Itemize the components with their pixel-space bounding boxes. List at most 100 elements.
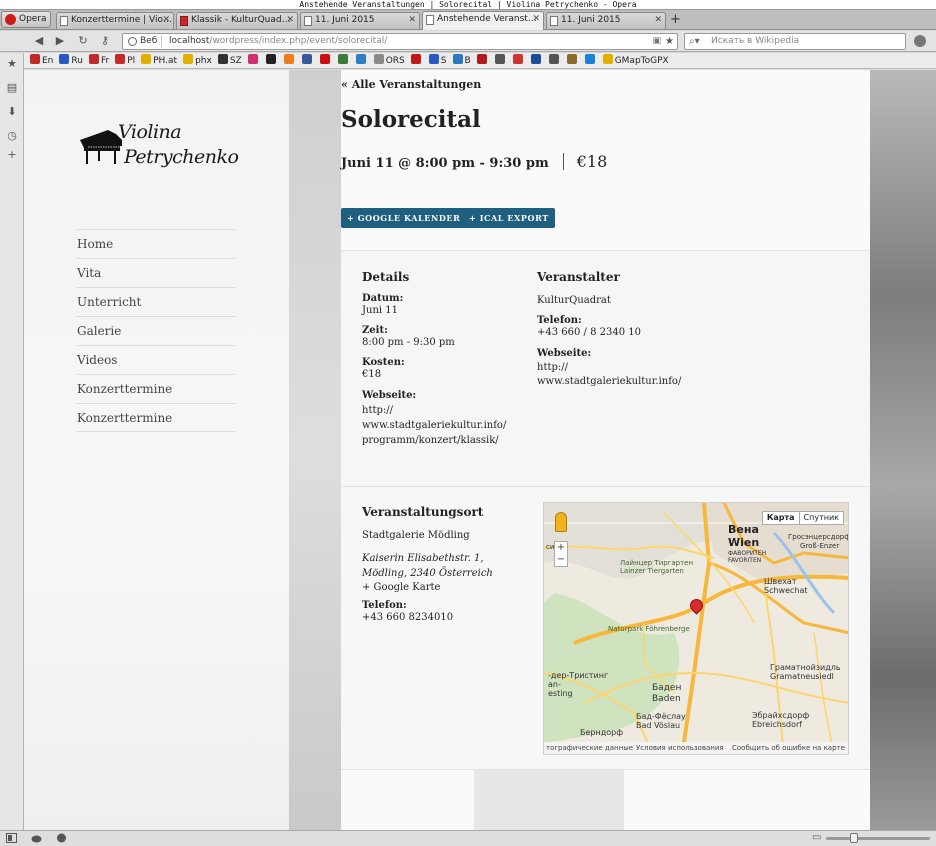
bookmark-item[interactable] [584,53,597,68]
bookmark-item[interactable] [265,53,278,68]
site-logo[interactable]: Violina Petrychenko [78,120,239,175]
history-clock-icon[interactable]: ◷ [6,130,18,142]
website-link-line-2[interactable]: www.stadtgaleriekultur.info/ [362,418,506,433]
bookmark-item[interactable] [476,53,489,68]
bookmark-star-icon[interactable]: ★ [665,34,674,49]
map-type-map-button[interactable]: Карта [763,512,800,524]
bookmark-item[interactable]: B [452,53,471,68]
menu-item-konzerttermine[interactable]: Konzerttermine [77,374,235,403]
google-map-link[interactable]: + Google Karte [362,582,440,594]
bookmarks-star-icon[interactable]: ★ [6,58,18,70]
organizer-website-line-2[interactable]: www.stadtgaleriekultur.info/ [537,375,681,389]
new-tab-plus-icon[interactable]: + [670,11,681,28]
map-label-favoriten-ru: ФАВОРИТЕН [728,550,767,557]
tab-close-icon[interactable]: ✕ [408,13,416,28]
notes-icon[interactable]: ▤ [6,82,18,94]
bookmark-item[interactable] [530,53,543,68]
bookmark-item[interactable] [319,53,332,68]
bookmark-item[interactable]: Fr [88,53,109,68]
bookmark-item[interactable] [410,53,423,68]
speed-dial-icon[interactable] [56,833,67,843]
google-calendar-button[interactable]: + GOOGLE KALENDER [341,208,467,228]
organizer-website-line-1[interactable]: http:// [537,361,681,375]
cost-value: €18 [362,369,382,380]
bookmark-favicon-icon [428,54,439,64]
menu-item-home[interactable]: Home [77,229,235,258]
bookmark-favicon-icon [217,54,228,64]
search-input[interactable]: ⌕▾ Искать в Wikipedia [684,33,906,50]
bookmark-item[interactable] [283,53,296,68]
bookmark-favicon-icon [355,54,366,64]
key-icon[interactable]: ⚷ [98,34,112,48]
bookmark-item[interactable]: En [30,53,53,68]
bookmark-item[interactable] [512,53,525,68]
view-icon[interactable]: ▭ [812,833,823,843]
map-zoom-control[interactable]: + − [554,541,568,567]
map-report-link[interactable]: Сообщить об ошибке на карте [732,742,845,754]
map-zoom-in-button[interactable]: + [555,542,567,554]
organizer-name: KulturQuadrat [537,295,611,306]
bookmark-label: ORS [385,56,405,66]
menu-item-galerie[interactable]: Galerie [77,316,235,345]
all-events-link[interactable]: « Alle Veranstaltungen [341,78,481,91]
menu-item-vita[interactable]: Vita [77,258,235,287]
tab-close-icon[interactable]: ✕ [286,13,294,28]
bookmark-label: B [464,56,471,66]
browser-tab-4-active[interactable]: Anstehende Veranst… ✕ [422,11,544,30]
bookmark-item[interactable]: ORS [373,53,405,68]
bookmark-item[interactable] [566,53,579,68]
google-map[interactable]: Вена Wien ФАВОРИТЕН FAVORITEN Гросэнцерс… [543,502,849,755]
website-link-line-1[interactable]: http:// [362,403,506,418]
map-zoom-out-button[interactable]: − [555,554,567,566]
street-view-pegman-icon[interactable] [555,512,567,532]
bookmark-item[interactable]: phx [183,53,212,68]
bookmark-item[interactable] [301,53,314,68]
add-panel-plus-icon[interactable]: + [6,149,18,161]
zoom-slider-handle[interactable] [850,833,858,843]
venue-name: Stadtgalerie Mödling [362,530,470,541]
back-arrow-icon[interactable]: ◀ [32,34,46,48]
zoom-slider[interactable] [826,837,930,840]
tab-close-icon[interactable]: ✕ [654,13,662,28]
reload-icon[interactable]: ↻ [76,34,90,48]
map-terms-link[interactable]: Условия использования [636,742,724,754]
browser-tab-1[interactable]: Konzerttermine | Vio… ✕ [56,12,174,29]
address-field[interactable]: Веб localhost/wordpress/index.php/event/… [122,33,678,50]
menu-item-videos[interactable]: Videos [77,345,235,374]
website-link-line-3[interactable]: programm/konzert/klassik/ [362,433,506,448]
browser-tab-5[interactable]: 11. Juni 2015 ✕ [546,12,666,29]
bookmark-item[interactable]: Ru [59,53,83,68]
bookmark-item[interactable] [247,53,260,68]
map-label-ebreichsdorf-ru: Эбрайхсдорф [752,711,810,720]
opera-turbo-icon[interactable] [914,35,926,47]
cloud-icon[interactable] [31,833,42,843]
organizer-website: Webseite: http:// www.stadtgaleriekultur… [537,347,681,389]
bookmark-item[interactable]: PH.at [141,53,177,68]
address-badge[interactable]: Веб [126,35,163,48]
bookmark-item[interactable]: SZ [217,53,242,68]
bookmark-item[interactable] [337,53,350,68]
bookmark-item[interactable]: S [428,53,447,68]
tab-close-icon[interactable]: ✕ [532,12,540,27]
forward-arrow-icon[interactable]: ▶ [53,34,67,48]
ical-export-button[interactable]: + ICAL EXPORT [463,208,555,228]
bookmark-item[interactable] [355,53,368,68]
rss-feed-icon[interactable]: ▣ [652,34,661,49]
map-type-satellite-button[interactable]: Спутник [800,512,843,524]
bookmark-item[interactable]: Pl [115,53,135,68]
organizer-heading: Veranstalter [537,270,620,284]
menu-item-konzerttermine-2[interactable]: Konzerttermine [77,403,235,432]
downloads-icon[interactable]: ⬇ [6,106,18,118]
bookmark-item[interactable] [548,53,561,68]
menu-item-unterricht[interactable]: Unterricht [77,287,235,316]
browser-tab-2[interactable]: Klassik - KulturQuad… ✕ [176,12,298,29]
bookmark-item[interactable] [494,53,507,68]
tab-close-icon[interactable]: ✕ [162,13,170,28]
browser-tab-3[interactable]: 11. Juni 2015 ✕ [300,12,420,29]
venue-address-line-2: Mödling, 2340 Österreich [362,568,493,579]
opera-logo-icon [5,14,16,25]
opera-menu-button[interactable]: Opera [1,11,51,28]
bookmark-item[interactable]: GMapToGPX [602,53,669,68]
bookmark-favicon-icon [602,54,613,64]
panel-toggle-icon[interactable] [6,833,17,843]
